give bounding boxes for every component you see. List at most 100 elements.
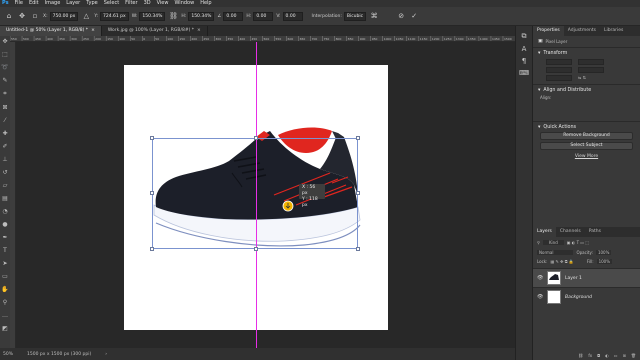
menu-layer[interactable]: Layer xyxy=(66,0,80,7)
vskew-input[interactable]: 0.00 xyxy=(282,11,303,21)
menu-window[interactable]: Window xyxy=(174,0,194,7)
chevron-right-icon[interactable]: › xyxy=(105,352,107,357)
layer-row-background[interactable]: 👁 Background xyxy=(533,287,640,306)
tab-channels[interactable]: Channels xyxy=(556,227,585,237)
color-swatches-icon[interactable]: ◩ xyxy=(2,325,8,332)
eyedropper-tool-icon[interactable]: ⁄ xyxy=(4,117,5,124)
character-icon[interactable]: A xyxy=(522,45,527,53)
tab-adjustments[interactable]: Adjustments xyxy=(564,26,600,36)
delta-icon[interactable]: △ xyxy=(81,11,91,21)
layer-name[interactable]: Layer 1 xyxy=(565,276,582,281)
reference-point-icon[interactable]: ▫ xyxy=(30,11,40,21)
layer-row-layer1[interactable]: 👁 Layer 1 xyxy=(533,268,640,287)
path-select-tool-icon[interactable]: ➤ xyxy=(2,260,7,267)
filter-icons[interactable]: ▣ ◐ T ▭ ⬚ xyxy=(567,240,589,245)
transform-h-field[interactable] xyxy=(546,67,572,73)
fx-icon[interactable]: fx xyxy=(588,353,592,358)
chevron-down-icon[interactable]: ▾ xyxy=(538,88,540,93)
menu-type[interactable]: Type xyxy=(86,0,97,7)
cancel-transform-icon[interactable]: ⊘ xyxy=(396,11,406,21)
dodge-tool-icon[interactable]: ● xyxy=(2,221,7,228)
opacity-input[interactable]: 100% xyxy=(595,250,612,255)
home-icon[interactable]: ⌂ xyxy=(4,11,14,21)
fill-input[interactable]: 100% xyxy=(596,259,613,264)
tab-work[interactable]: Work.jpg @ 100% (Layer 1, RGB/8#) * × xyxy=(102,26,208,36)
more-tools-icon[interactable]: … xyxy=(2,312,8,319)
y-input[interactable]: 724.61 px xyxy=(99,11,129,21)
group-icon[interactable]: ▭ xyxy=(614,353,618,358)
quick-select-tool-icon[interactable]: ✎ xyxy=(2,77,7,84)
menu-edit[interactable]: Edit xyxy=(29,0,39,7)
close-icon[interactable]: × xyxy=(91,26,95,36)
transform-y-field[interactable] xyxy=(578,67,604,73)
angle-input[interactable]: 0.00 xyxy=(223,11,244,21)
handle-middle-left[interactable] xyxy=(150,191,154,195)
stamp-tool-icon[interactable]: ⊥ xyxy=(2,156,7,163)
tab-libraries[interactable]: Libraries xyxy=(600,26,627,36)
menu-select[interactable]: Select xyxy=(104,0,119,7)
frame-tool-icon[interactable]: ⊠ xyxy=(2,104,7,111)
tab-untitled[interactable]: Untitled-1 @ 50% (Layer 1, RGB/8) * × xyxy=(0,26,102,36)
select-subject-button[interactable]: Select Subject xyxy=(540,142,633,150)
type-tool-icon[interactable]: T xyxy=(3,247,7,254)
hand-tool-icon[interactable]: ✋ xyxy=(1,286,8,293)
commit-transform-icon[interactable]: ✓ xyxy=(409,11,419,21)
move-tool-icon[interactable]: ✥ xyxy=(2,38,7,45)
shape-tool-icon[interactable]: ▭ xyxy=(2,273,8,280)
marquee-tool-icon[interactable]: ⬚ xyxy=(2,51,8,58)
link-layers-icon[interactable]: ⛓ xyxy=(578,353,583,358)
handle-top-left[interactable] xyxy=(150,136,154,140)
x-input[interactable]: 750.00 px xyxy=(49,11,79,21)
transform-angle-field[interactable] xyxy=(546,75,572,81)
view-more-link[interactable]: View More xyxy=(538,154,635,159)
handle-top-center[interactable] xyxy=(254,136,258,140)
trash-icon[interactable]: 🗑 xyxy=(631,353,636,358)
tab-properties[interactable]: Properties xyxy=(533,26,564,36)
transform-x-field[interactable] xyxy=(578,59,604,65)
adjustment-icon[interactable]: ◐ xyxy=(605,353,609,358)
interpolation-select[interactable]: Bicubic xyxy=(343,11,367,21)
history-icon[interactable]: ⧉ xyxy=(522,32,527,41)
handle-bottom-center[interactable] xyxy=(254,247,258,251)
close-icon[interactable]: × xyxy=(197,26,201,36)
flip-icon[interactable]: ⇋ ⇅ xyxy=(578,75,586,81)
tab-paths[interactable]: Paths xyxy=(585,227,605,237)
pen-tool-icon[interactable]: ✒ xyxy=(2,234,7,241)
transform-w-field[interactable] xyxy=(546,59,572,65)
layer-filter-select[interactable]: Kind xyxy=(542,240,564,245)
eye-icon[interactable]: 👁 xyxy=(537,294,543,300)
chevron-down-icon[interactable]: ▾ xyxy=(538,125,540,130)
blend-mode-select[interactable]: Normal xyxy=(537,250,574,255)
tab-layers[interactable]: Layers xyxy=(533,227,556,237)
move-tool-icon[interactable]: ✥ xyxy=(17,11,27,21)
eye-icon[interactable]: 👁 xyxy=(537,275,543,281)
handle-middle-right[interactable] xyxy=(356,191,360,195)
paragraph-icon[interactable]: ¶ xyxy=(522,57,526,65)
menu-image[interactable]: Image xyxy=(45,0,61,7)
handle-bottom-right[interactable] xyxy=(356,247,360,251)
menu-view[interactable]: View xyxy=(157,0,169,7)
lock-icons[interactable]: ▦ ✎ ✥ ⧉ 🔒 xyxy=(550,259,573,264)
lasso-tool-icon[interactable]: ➰ xyxy=(1,64,8,71)
handle-top-right[interactable] xyxy=(356,136,360,140)
height-input[interactable]: 150.34% xyxy=(188,11,215,21)
transform-bounding-box[interactable] xyxy=(150,136,360,251)
blur-tool-icon[interactable]: ◔ xyxy=(2,208,7,215)
menu-help[interactable]: Help xyxy=(200,0,211,7)
brush-tool-icon[interactable]: ✐ xyxy=(2,143,7,150)
remove-background-button[interactable]: Remove Background xyxy=(540,132,633,140)
new-layer-icon[interactable]: ⊞ xyxy=(623,353,626,358)
menu-file[interactable]: File xyxy=(15,0,23,7)
warp-icon[interactable]: ⌘ xyxy=(369,11,379,21)
zoom-tool-icon[interactable]: ⚲ xyxy=(3,299,7,306)
glyphs-icon[interactable]: ⌨ xyxy=(519,69,529,77)
healing-tool-icon[interactable]: ✚ xyxy=(2,130,7,137)
hskew-input[interactable]: 0.00 xyxy=(253,11,274,21)
crop-tool-icon[interactable]: ⌗ xyxy=(3,90,6,98)
layer-name[interactable]: Background xyxy=(565,295,592,300)
mask-icon[interactable]: ◘ xyxy=(597,353,600,358)
handle-bottom-left[interactable] xyxy=(150,247,154,251)
zoom-level[interactable]: 50% xyxy=(3,352,13,357)
menu-filter[interactable]: Filter xyxy=(125,0,137,7)
ps-logo[interactable]: Ps xyxy=(2,0,9,7)
